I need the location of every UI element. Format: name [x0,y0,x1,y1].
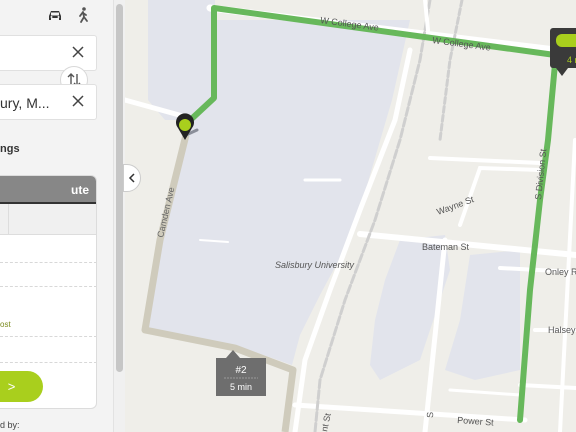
origin-field[interactable] [0,35,97,71]
street-label-onley-rd: Onley R [545,267,576,277]
route-row-divider [0,336,96,337]
route-cost-text: ost [0,320,11,329]
campus-area [140,0,215,120]
destination-input[interactable]: ury, M... [0,95,50,111]
campus-label: Salisbury University [275,260,355,270]
route-card-header[interactable]: ute [0,176,96,204]
clear-origin-icon[interactable] [70,44,86,60]
route-card-title: ute [71,183,89,197]
route-card: ute ost > [0,175,97,409]
chevron-left-icon [128,173,135,183]
route-row-divider [0,362,96,363]
route-2-time: 5 min [230,382,252,392]
clear-destination-icon[interactable] [70,93,86,109]
street-label-bateman-st: Bateman St [422,242,470,252]
route-settings-link[interactable]: ngs [0,143,20,155]
collapse-panel-button[interactable] [123,164,141,192]
route-1-time: 4 n [567,55,576,65]
tab-divider [8,204,9,234]
destination-field[interactable]: ury, M... [0,84,97,120]
go-button[interactable]: > [0,371,43,402]
panel-scrollbar[interactable] [113,0,125,432]
directions-panel: ury, M... ngs ute ost > d by: [0,0,113,432]
route-2-number: #2 [235,365,247,376]
route-tabs[interactable] [0,204,96,235]
scrollbar-thumb[interactable] [116,4,123,372]
map-canvas[interactable]: W College Ave W College Ave Camden Ave S… [125,0,576,432]
car-icon[interactable] [46,6,64,24]
walk-icon[interactable] [74,6,92,24]
travel-mode-bar [0,0,113,30]
route-row-divider [0,262,96,263]
street-label-vertical-2: S [425,412,435,418]
route-row-divider [0,286,96,287]
powered-by-text: d by: [0,420,20,430]
street-label-halsey: Halsey [548,325,576,335]
